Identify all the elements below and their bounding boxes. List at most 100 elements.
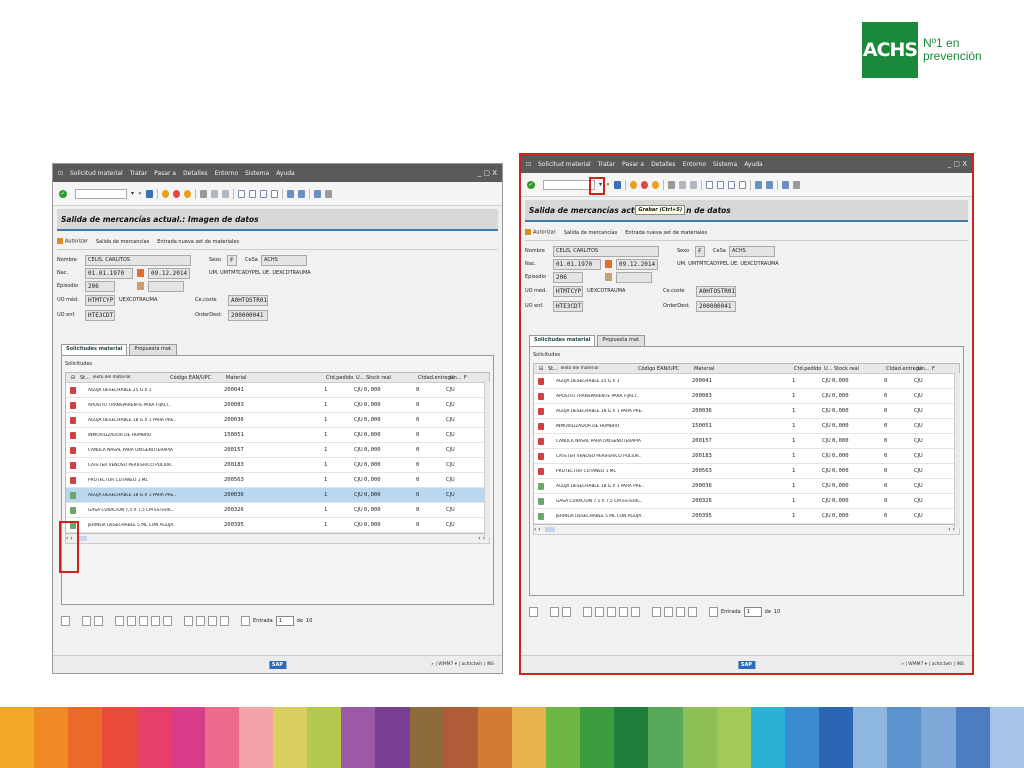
back-icon[interactable]: [161, 189, 169, 198]
command-field[interactable]: [75, 188, 127, 199]
status-icon[interactable]: [534, 467, 548, 475]
position-button[interactable]: [241, 616, 250, 626]
enter-icon[interactable]: ✓: [527, 180, 535, 189]
col-header[interactable]: Un...: [918, 366, 932, 372]
goods-issue-button[interactable]: Salida de mercancías: [96, 239, 149, 245]
status-icon[interactable]: [66, 401, 80, 409]
find-icon[interactable]: [678, 180, 686, 189]
table-row[interactable]: CATETER VENOSO PERIFERICO POLIUR.. 200183…: [534, 449, 959, 464]
table-row[interactable]: CATETER VENOSO PERIFERICO POLIUR.. 200183…: [66, 458, 489, 473]
vertical-scrollbar[interactable]: [954, 373, 960, 528]
fecha-field[interactable]: 09.12.2014: [148, 267, 190, 279]
last-page-icon[interactable]: [270, 189, 278, 198]
col-header[interactable]: Stock real: [834, 366, 886, 372]
deselect-button[interactable]: [94, 616, 103, 626]
new-session-icon[interactable]: [754, 180, 762, 189]
menu-item[interactable]: Pasar a: [622, 161, 644, 168]
new-material-set-button[interactable]: Entrada nueva set de materiales: [157, 239, 239, 245]
status-icon[interactable]: [534, 407, 548, 415]
menu-item[interactable]: Pasar a: [154, 170, 176, 177]
chevron-down-icon[interactable]: ▾: [131, 190, 134, 197]
subtotal-button[interactable]: [163, 616, 172, 626]
col-header[interactable]: Material: [226, 375, 326, 381]
col-header[interactable]: St...: [80, 375, 92, 381]
new-session-icon[interactable]: [286, 189, 294, 198]
status-icon[interactable]: [66, 446, 80, 454]
menu-item[interactable]: Detalles: [651, 161, 676, 168]
col-header[interactable]: Texto del material: [560, 366, 638, 371]
menu-item[interactable]: Entorno: [683, 161, 706, 168]
tab-propuesta-mat[interactable]: Propuesta mat.: [129, 344, 178, 355]
calendar-icon[interactable]: [605, 260, 612, 268]
prev-entry-button[interactable]: [664, 607, 673, 617]
col-header[interactable]: St...: [548, 366, 560, 372]
col-header[interactable]: Texto del material: [92, 375, 170, 380]
episodio-field[interactable]: 206: [553, 271, 583, 283]
exit-icon[interactable]: [640, 180, 648, 189]
sum-button[interactable]: [151, 616, 160, 626]
status-icon[interactable]: [534, 452, 548, 460]
menu-item[interactable]: Ayuda: [276, 170, 295, 177]
table-row[interactable]: AGUJA DESECHABLE 18 G X 1 PARA PRE.. 2000…: [534, 479, 959, 494]
find-next-icon[interactable]: [221, 189, 229, 198]
next-entry-button[interactable]: [676, 607, 685, 617]
system-info[interactable]: » | WMM7 ▾ | achtctwh | INS: [901, 662, 964, 667]
uo-enf-field[interactable]: HTE3CDT: [553, 300, 583, 312]
cesa-field[interactable]: ACHS: [261, 254, 307, 266]
deselect-button[interactable]: [562, 607, 571, 617]
col-header[interactable]: Ctdad.entrega: [886, 366, 922, 372]
status-icon[interactable]: [66, 476, 80, 484]
horizontal-scrollbar[interactable]: ‹ › ‹ ›: [533, 525, 960, 535]
first-entry-button[interactable]: [184, 616, 193, 626]
table-row[interactable]: CANULA NASAL PARA OXIGENOTERAPIA 200157 1 C…: [534, 434, 959, 449]
authorize-button[interactable]: Autorizar: [525, 229, 556, 236]
col-header[interactable]: Un...: [450, 375, 464, 381]
horizontal-scrollbar[interactable]: ‹ › ‹ ›: [65, 534, 490, 544]
status-icon[interactable]: [66, 431, 80, 439]
filter-button[interactable]: [139, 616, 148, 626]
position-button[interactable]: [709, 607, 718, 617]
episodio-field[interactable]: 206: [85, 280, 115, 292]
select-all-icon[interactable]: ⊟: [534, 366, 548, 372]
status-icon[interactable]: [66, 491, 80, 499]
menu-item[interactable]: Sistema: [245, 170, 269, 177]
window-menu-icon[interactable]: ⊡: [58, 170, 63, 177]
goods-issue-button[interactable]: Salida de mercancías: [564, 230, 617, 236]
history-back-icon[interactable]: «: [606, 181, 610, 188]
status-icon[interactable]: [66, 416, 80, 424]
save-icon[interactable]: [145, 189, 153, 198]
scroll-thumb[interactable]: [544, 527, 555, 532]
sexo-field[interactable]: F: [695, 245, 705, 257]
nombre-field[interactable]: CELIS, CARLITOS: [85, 254, 191, 266]
help-icon[interactable]: [313, 189, 321, 198]
table-row[interactable]: APOSITO TRANSPARENTE PARA FIJACI.. 200083…: [66, 398, 489, 413]
find-icon[interactable]: [210, 189, 218, 198]
table-row[interactable]: PROTECTOR CUTANEO 1 ML 200563 1 CJU 0,000 0 CJ…: [66, 473, 489, 488]
table-row[interactable]: INMOVILIZADOR DE HOMBRO 150051 1 CJU 0,000 0 C…: [534, 419, 959, 434]
table-row[interactable]: INMOVILIZADOR DE HOMBRO 150051 1 CJU 0,000 0 C…: [66, 428, 489, 443]
help-icon[interactable]: [781, 180, 789, 189]
shortcut-icon[interactable]: [765, 180, 773, 189]
col-header[interactable]: U...: [356, 375, 366, 381]
col-header[interactable]: Código EAN/UPC: [638, 366, 694, 372]
episodio-extra-field[interactable]: [616, 271, 652, 283]
col-header[interactable]: F: [932, 366, 935, 372]
table-row[interactable]: AGUJA DESECHABLE 18 G X 1 PARA PRE.. 2000…: [534, 404, 959, 419]
table-row[interactable]: AGUJA DESECHABLE 18 G X 1 PARA PRE.. 2000…: [66, 488, 489, 503]
col-header[interactable]: Ctd.pedido: [794, 366, 824, 372]
vertical-scrollbar[interactable]: [484, 382, 490, 537]
enter-icon[interactable]: ✓: [59, 189, 67, 198]
window-controls[interactable]: _ ▢ X: [478, 169, 497, 177]
next-page-icon[interactable]: [727, 180, 735, 189]
status-icon[interactable]: [66, 386, 80, 394]
menu-item[interactable]: Tratar: [130, 170, 147, 177]
status-icon[interactable]: [66, 506, 80, 514]
col-header[interactable]: Stock real: [366, 375, 418, 381]
authorize-button[interactable]: Autorizar: [57, 238, 88, 245]
sort-asc-button[interactable]: [115, 616, 124, 626]
next-entry-button[interactable]: [208, 616, 217, 626]
shortcut-icon[interactable]: [297, 189, 305, 198]
last-page-icon[interactable]: [738, 180, 746, 189]
col-header[interactable]: Ctdad.entrega: [418, 375, 454, 381]
details-button[interactable]: [529, 607, 538, 617]
